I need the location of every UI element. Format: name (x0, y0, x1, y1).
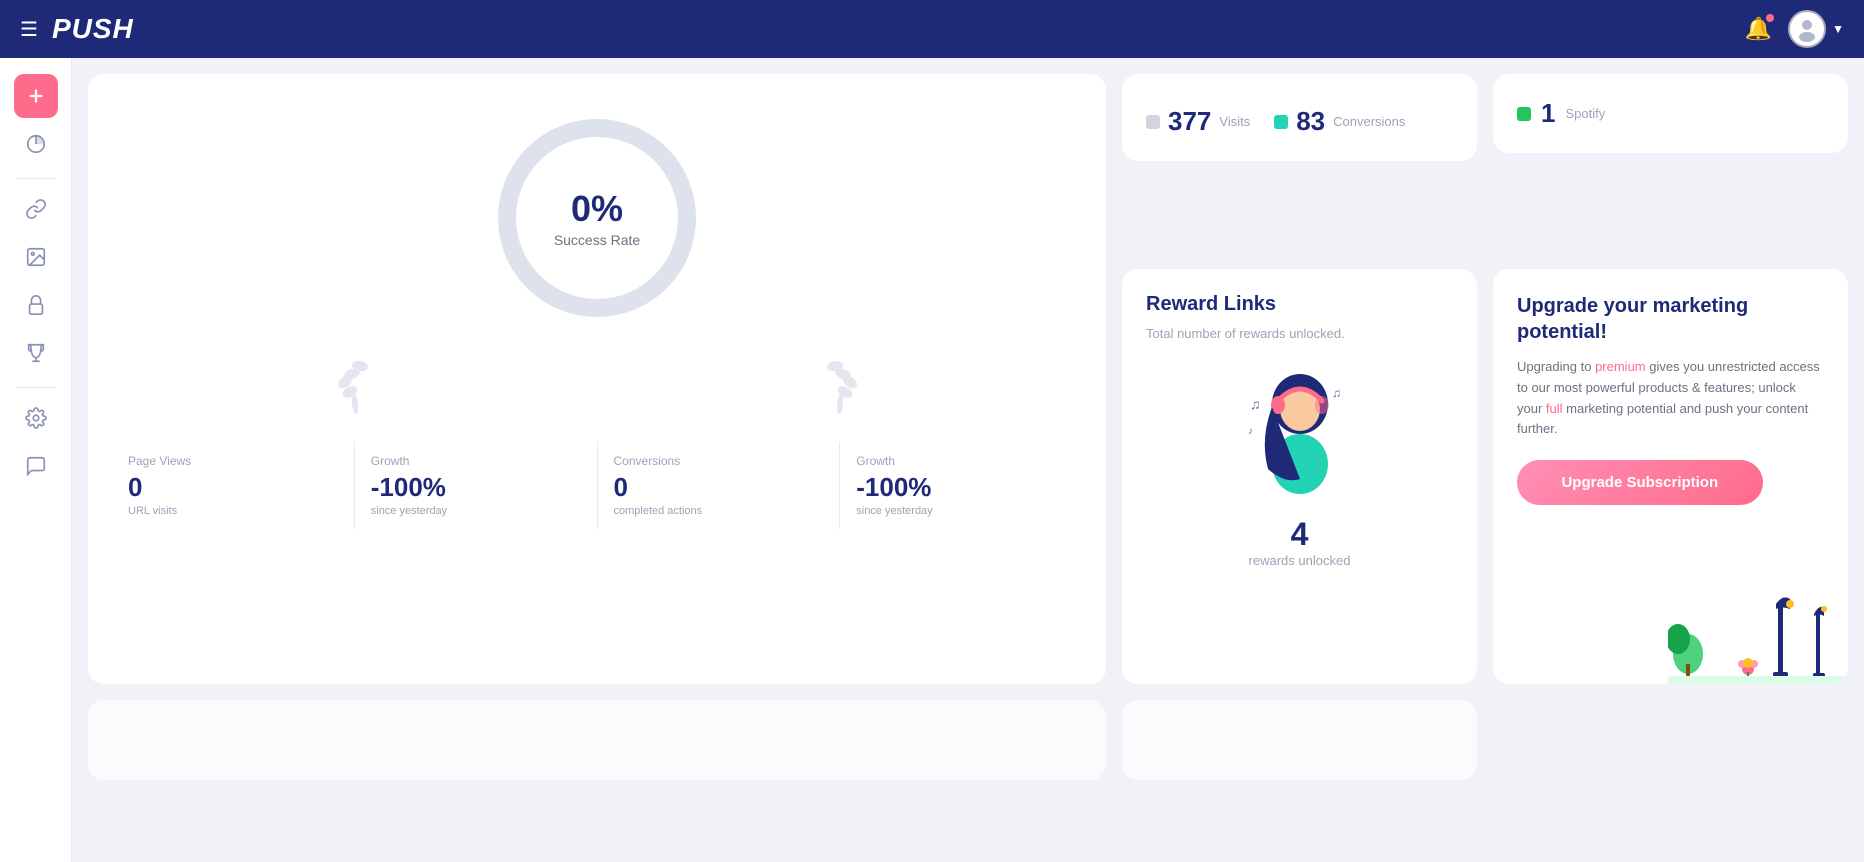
stat-conversions-value: 0 (614, 472, 824, 503)
upgrade-subscription-button[interactable]: Upgrade Subscription (1517, 460, 1763, 505)
svg-text:♫: ♫ (1250, 396, 1261, 412)
reward-count-label: rewards unlocked (1146, 553, 1453, 568)
stats-row: Page Views 0 URL visits Growth -100% sin… (112, 442, 1082, 529)
reward-links-title: Reward Links (1146, 293, 1453, 316)
sidebar (0, 58, 72, 862)
leaf-right (815, 344, 865, 414)
conversions-dot (1274, 115, 1288, 129)
upgrade-title: Upgrade your marketing potential! (1517, 293, 1824, 345)
leaf-decorations (112, 344, 1082, 414)
stat-growth-1-title: Growth (371, 454, 581, 468)
sidebar-item-chat[interactable] (14, 444, 58, 488)
stat-growth-2: Growth -100% since yesterday (840, 442, 1082, 529)
avatar-chevron-icon: ▼ (1832, 22, 1844, 36)
notifications-bell[interactable]: 🔔 (1745, 16, 1772, 42)
visits-label: Visits (1219, 114, 1250, 129)
conversions-stat: 83 Conversions (1274, 106, 1405, 137)
main-content: 0% Success Rate (72, 58, 1864, 862)
donut-chart: 0% Success Rate (487, 108, 707, 328)
menu-icon[interactable]: ☰ (20, 17, 38, 42)
highlight-premium: premium (1595, 359, 1646, 374)
reward-links-card: Reward Links Total number of rewards unl… (1122, 269, 1477, 684)
bottom-card-mid (1122, 700, 1477, 780)
stat-growth-2-value: -100% (856, 472, 1066, 503)
conversions-label: Conversions (1333, 114, 1405, 129)
avatar (1788, 10, 1826, 48)
spotify-dot (1517, 107, 1531, 121)
stat-page-views: Page Views 0 URL visits (112, 442, 355, 529)
sidebar-item-trophy[interactable] (14, 331, 58, 375)
spotify-label: Spotify (1565, 106, 1605, 121)
reward-illustration: ♫ ♫ ♪ (1146, 359, 1453, 504)
stat-page-views-sub: URL visits (128, 505, 338, 517)
visits-number: 377 (1168, 106, 1211, 137)
stat-growth-2-title: Growth (856, 454, 1066, 468)
visits-stat: 377 Visits (1146, 106, 1250, 137)
visits-card: 377 Visits 83 Conversions (1122, 74, 1477, 161)
sidebar-item-links[interactable] (14, 187, 58, 231)
stat-growth-1-sub: since yesterday (371, 505, 581, 517)
highlight-full: full (1546, 401, 1563, 416)
reward-count: 4 (1146, 516, 1453, 553)
sidebar-item-lock[interactable] (14, 283, 58, 327)
spotify-card: 1 Spotify (1493, 74, 1848, 153)
logo: PUSH (52, 13, 134, 45)
upgrade-card: Upgrade your marketing potential! Upgrad… (1493, 269, 1848, 684)
bottom-card-left (88, 700, 1106, 780)
stat-growth-1: Growth -100% since yesterday (355, 442, 598, 529)
stat-growth-2-sub: since yesterday (856, 505, 1066, 517)
success-label: Success Rate (554, 232, 640, 248)
stat-growth-1-value: -100% (371, 472, 581, 503)
visits-stats: 377 Visits 83 Conversions (1146, 106, 1453, 137)
person-headphones-illustration: ♫ ♫ ♪ (1240, 359, 1360, 499)
success-percent: 0% (554, 188, 640, 230)
sidebar-item-media[interactable] (14, 235, 58, 279)
leaf-left (330, 344, 380, 414)
user-avatar-wrap[interactable]: ▼ (1788, 10, 1844, 48)
stat-conversions-sub: completed actions (614, 505, 824, 517)
sidebar-divider-1 (16, 178, 56, 179)
stat-page-views-value: 0 (128, 472, 338, 503)
upgrade-illustration (1668, 584, 1848, 684)
notification-dot (1766, 14, 1774, 22)
sidebar-item-add[interactable] (14, 74, 58, 118)
topnav: ☰ PUSH 🔔 ▼ (0, 0, 1864, 58)
reward-links-desc: Total number of rewards unlocked. (1146, 324, 1453, 344)
donut-center: 0% Success Rate (554, 188, 640, 248)
stat-conversions: Conversions 0 completed actions (598, 442, 841, 529)
svg-text:♪: ♪ (1248, 426, 1253, 437)
upgrade-desc: Upgrading to premium gives you unrestric… (1517, 357, 1824, 440)
sidebar-divider-2 (16, 387, 56, 388)
topnav-right: 🔔 ▼ (1745, 10, 1844, 48)
success-rate-card: 0% Success Rate (88, 74, 1106, 684)
spotify-number: 1 (1541, 98, 1555, 129)
sidebar-item-settings[interactable] (14, 396, 58, 440)
stat-page-views-title: Page Views (128, 454, 338, 468)
svg-text:♫: ♫ (1332, 386, 1341, 400)
visits-dot (1146, 115, 1160, 129)
stat-conversions-title: Conversions (614, 454, 824, 468)
sidebar-item-analytics[interactable] (14, 122, 58, 166)
conversions-number: 83 (1296, 106, 1325, 137)
